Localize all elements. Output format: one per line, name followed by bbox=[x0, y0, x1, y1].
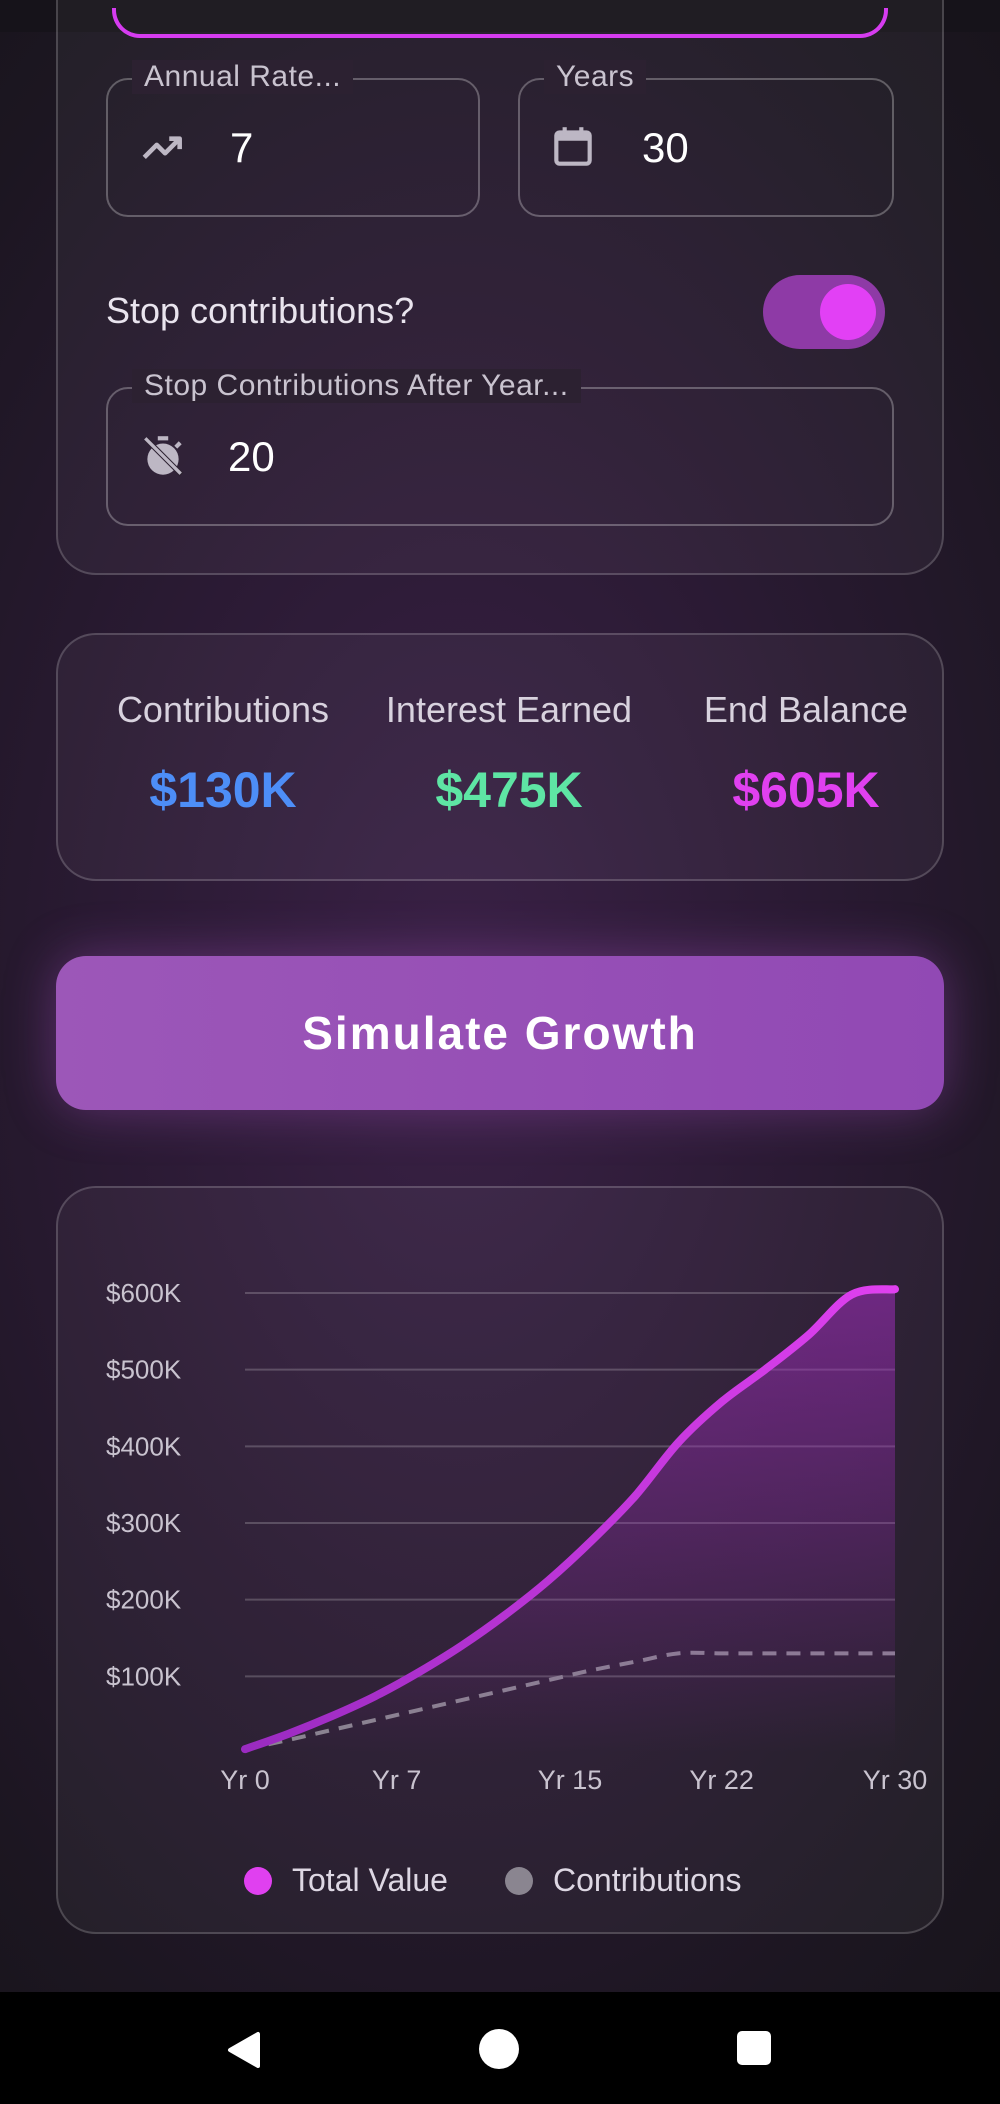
legend-contributions: Contributions bbox=[505, 1862, 742, 1899]
x-tick-label: Yr 22 bbox=[689, 1765, 754, 1795]
y-tick-label: $400K bbox=[106, 1431, 182, 1461]
legend-total-label: Total Value bbox=[292, 1862, 448, 1898]
x-tick-label: Yr 30 bbox=[863, 1765, 928, 1795]
y-tick-label: $300K bbox=[106, 1508, 182, 1538]
back-icon[interactable] bbox=[224, 2030, 264, 2070]
y-tick-label: $600K bbox=[106, 1278, 182, 1308]
growth-chart: $100K $200K $300K $400K $500K $600K Yr 0 Yr 7 Y… bbox=[106, 1278, 928, 1795]
recents-icon[interactable] bbox=[737, 2031, 771, 2065]
y-tick-label: $200K bbox=[106, 1585, 182, 1615]
x-tick-label: Yr 7 bbox=[372, 1765, 422, 1795]
legend-dot-total bbox=[244, 1866, 272, 1895]
home-icon[interactable] bbox=[479, 2029, 519, 2069]
system-nav-bar bbox=[0, 1992, 1000, 2104]
legend-dot-contributions bbox=[505, 1866, 533, 1895]
y-tick-label: $500K bbox=[106, 1355, 182, 1385]
total-value-area bbox=[245, 1289, 895, 1753]
legend-contributions-label: Contributions bbox=[553, 1862, 742, 1898]
legend-total-value: Total Value bbox=[244, 1862, 448, 1899]
x-tick-label: Yr 0 bbox=[220, 1765, 270, 1795]
x-tick-label: Yr 15 bbox=[538, 1765, 603, 1795]
y-tick-label: $100K bbox=[106, 1661, 182, 1691]
chart-legend: Total Value Contributions bbox=[0, 1862, 1000, 1902]
